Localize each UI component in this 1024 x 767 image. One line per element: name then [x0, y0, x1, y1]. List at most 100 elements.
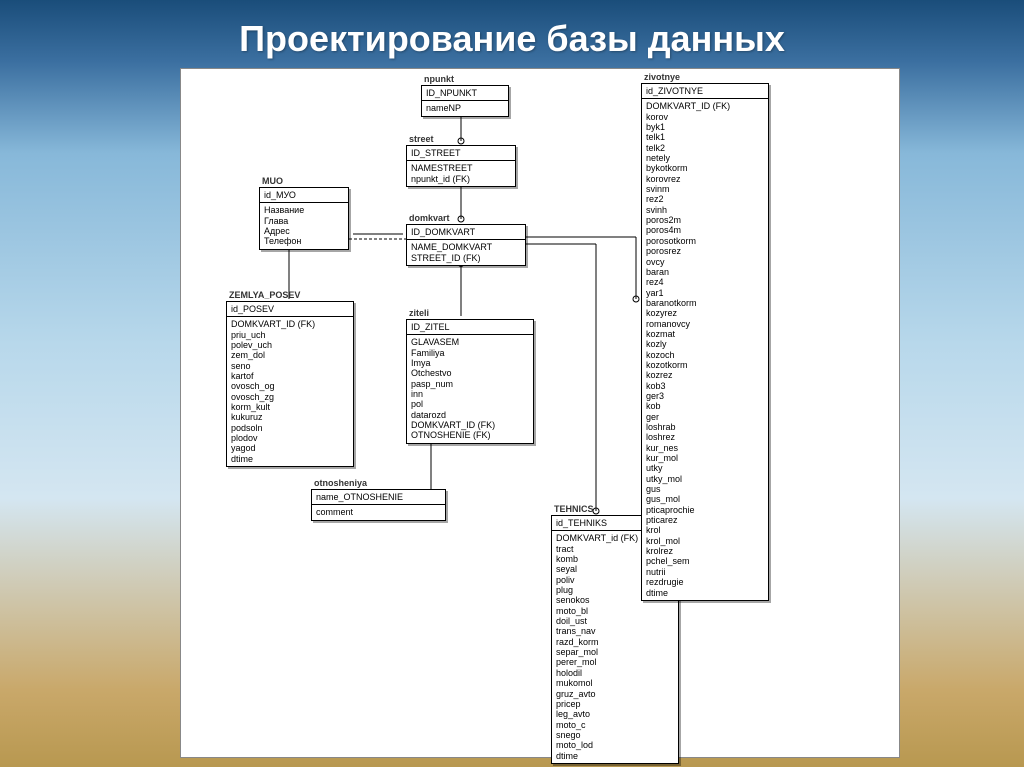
pk-field: ID_ZITEL: [411, 322, 529, 332]
field: kozrez: [646, 370, 764, 380]
field: NAMESTREET: [411, 163, 511, 173]
field: utky: [646, 463, 764, 473]
field: poros4m: [646, 225, 764, 235]
field: baranotkorm: [646, 298, 764, 308]
field: Название: [264, 205, 344, 215]
field: kozmat: [646, 329, 764, 339]
field: pasp_num: [411, 379, 529, 389]
entity-title: ZEMLYA_POSEV: [229, 290, 300, 300]
field: telk1: [646, 132, 764, 142]
field: leg_avto: [556, 709, 674, 719]
field: inn: [411, 389, 529, 399]
field: porosotkorm: [646, 236, 764, 246]
field: korovrez: [646, 174, 764, 184]
field: pricep: [556, 699, 674, 709]
pk-field: id_МУО: [264, 190, 344, 200]
field: romanovcy: [646, 319, 764, 329]
field: kob: [646, 401, 764, 411]
field: priu_uch: [231, 330, 349, 340]
entity-title: ziteli: [409, 308, 429, 318]
field: dtime: [231, 454, 349, 464]
field: plodov: [231, 433, 349, 443]
field: gus_mol: [646, 494, 764, 504]
field: yagod: [231, 443, 349, 453]
entity-domkvart: domkvart ID_DOMKVART NAME_DOMKVART STREE…: [406, 224, 526, 266]
field: poros2m: [646, 215, 764, 225]
field: trans_nav: [556, 626, 674, 636]
field: kartof: [231, 371, 349, 381]
field: kozoch: [646, 350, 764, 360]
field: npunkt_id (FK): [411, 174, 511, 184]
entity-street: street ID_STREET NAMESTREET npunkt_id (F…: [406, 145, 516, 187]
field: baran: [646, 267, 764, 277]
field: utky_mol: [646, 474, 764, 484]
field: STREET_ID (FK): [411, 253, 521, 263]
field: Адрес: [264, 226, 344, 236]
field: holodil: [556, 668, 674, 678]
entity-otnosheniya: otnosheniya name_OTNOSHENIE comment: [311, 489, 446, 521]
field: krol: [646, 525, 764, 535]
field: gruz_avto: [556, 689, 674, 699]
entity-ziteli: ziteli ID_ZITEL GLAVASEMFamiliyaImyaOtch…: [406, 319, 534, 444]
field: svinh: [646, 205, 764, 215]
field: kur_mol: [646, 453, 764, 463]
field: loshrab: [646, 422, 764, 432]
field: OTNOSHENIE (FK): [411, 430, 529, 440]
field: DOMKVART_ID (FK): [231, 319, 349, 329]
entity-title: TEHNICS: [554, 504, 594, 514]
field: Familiya: [411, 348, 529, 358]
field: dtime: [646, 588, 764, 598]
field: kur_nes: [646, 443, 764, 453]
field: Imya: [411, 358, 529, 368]
field: gus: [646, 484, 764, 494]
field: podsoln: [231, 423, 349, 433]
field: comment: [316, 507, 441, 517]
field: nutrii: [646, 567, 764, 577]
field: ovosch_zg: [231, 392, 349, 402]
pk-field: id_ZIVOTNYE: [646, 86, 764, 96]
page-title: Проектирование базы данных: [0, 0, 1024, 60]
field: ovosch_og: [231, 381, 349, 391]
field: telk2: [646, 143, 764, 153]
field: moto_c: [556, 720, 674, 730]
field: seno: [231, 361, 349, 371]
entity-title: npunkt: [424, 74, 454, 84]
field: kob3: [646, 381, 764, 391]
entity-muo: MUO id_МУО Название Глава Адрес Телефон: [259, 187, 349, 250]
entity-zemlya-posev: ZEMLYA_POSEV id_POSEV DOMKVART_ID (FK)pr…: [226, 301, 354, 467]
field: zem_dol: [231, 350, 349, 360]
field: snego: [556, 730, 674, 740]
field: polev_uch: [231, 340, 349, 350]
field: ger: [646, 412, 764, 422]
field: pticarez: [646, 515, 764, 525]
entity-title: domkvart: [409, 213, 450, 223]
field: korov: [646, 112, 764, 122]
pk-field: ID_STREET: [411, 148, 511, 158]
field: moto_bl: [556, 606, 674, 616]
field: GLAVASEM: [411, 337, 529, 347]
entity-title: MUO: [262, 176, 283, 186]
field: byk1: [646, 122, 764, 132]
field: pticaprochie: [646, 505, 764, 515]
field: Телефон: [264, 236, 344, 246]
field: moto_lod: [556, 740, 674, 750]
field: NAME_DOMKVART: [411, 242, 521, 252]
field: svinm: [646, 184, 764, 194]
field: doil_ust: [556, 616, 674, 626]
field: krol_mol: [646, 536, 764, 546]
field: nameNP: [426, 103, 504, 113]
field: krolrez: [646, 546, 764, 556]
entity-npunkt: npunkt ID_NPUNKT nameNP: [421, 85, 509, 117]
field: pchel_sem: [646, 556, 764, 566]
entity-zivotnye: zivotnye id_ZIVOTNYE DOMKVART_ID (FK)kor…: [641, 83, 769, 601]
field: ger3: [646, 391, 764, 401]
field: mukomol: [556, 678, 674, 688]
field: kozotkorm: [646, 360, 764, 370]
field: porosrez: [646, 246, 764, 256]
diagram-canvas: npunkt ID_NPUNKT nameNP street ID_STREET…: [180, 68, 900, 758]
entity-title: street: [409, 134, 434, 144]
entity-title: otnosheniya: [314, 478, 367, 488]
field: ovcy: [646, 257, 764, 267]
pk-field: ID_NPUNKT: [426, 88, 504, 98]
field: rez2: [646, 194, 764, 204]
